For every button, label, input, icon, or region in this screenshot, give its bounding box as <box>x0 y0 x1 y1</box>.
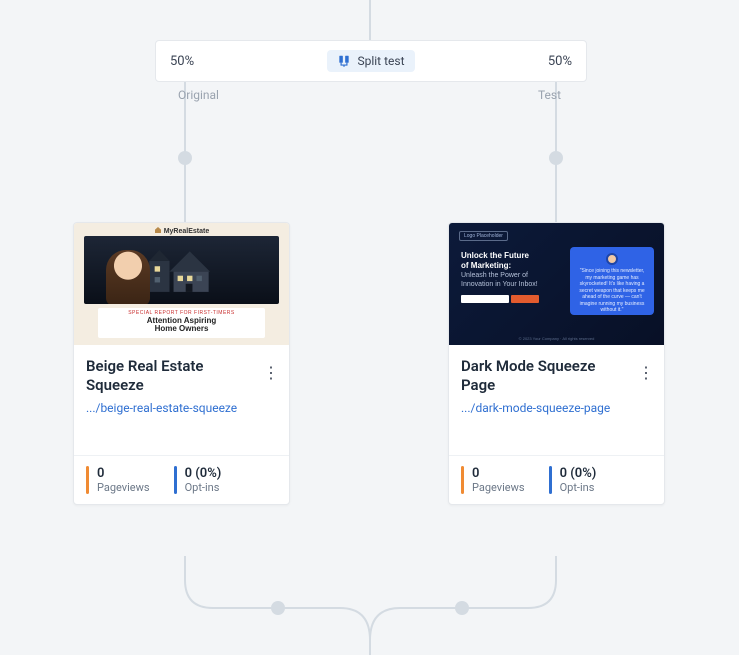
stat-optins: 0 (0%) Opt-ins <box>174 466 222 494</box>
stat-pageviews: 0 Pageviews <box>86 466 150 494</box>
house-logo-icon <box>154 226 162 234</box>
split-test-label: Split test <box>327 50 414 72</box>
split-left-percent: 50% <box>170 54 194 69</box>
variant-card-original[interactable]: MyRealEstate SPECIAL REPORT FOR FIRST-TI… <box>73 222 290 505</box>
variant-a-label: Original <box>178 88 219 102</box>
variant-b-label: Test <box>538 88 561 102</box>
split-test-icon <box>337 54 351 68</box>
page-title: Dark Mode Squeeze Page <box>461 357 611 395</box>
split-right-percent: 50% <box>548 54 572 69</box>
stat-pageviews: 0 Pageviews <box>461 466 525 494</box>
card-menu-button[interactable]: ⋮ <box>259 361 283 385</box>
avatar-illustration <box>106 250 150 304</box>
split-test-bar: 50% Split test 50% <box>155 40 587 82</box>
stat-optins: 0 (0%) Opt-ins <box>549 466 597 494</box>
page-thumbnail: MyRealEstate SPECIAL REPORT FOR FIRST-TI… <box>74 223 289 345</box>
page-thumbnail: Logo Placeholder Unlock the Futureof Mar… <box>449 223 664 345</box>
avatar-icon <box>606 253 618 265</box>
page-url[interactable]: .../beige-real-estate-squeeze <box>86 401 246 415</box>
more-vert-icon: ⋮ <box>263 363 279 383</box>
page-url[interactable]: .../dark-mode-squeeze-page <box>461 401 621 415</box>
more-vert-icon: ⋮ <box>638 363 654 383</box>
page-title: Beige Real Estate Squeeze <box>86 357 236 395</box>
variant-card-test[interactable]: Logo Placeholder Unlock the Futureof Mar… <box>448 222 665 505</box>
card-menu-button[interactable]: ⋮ <box>634 361 658 385</box>
house-illustration-icon <box>138 246 228 300</box>
